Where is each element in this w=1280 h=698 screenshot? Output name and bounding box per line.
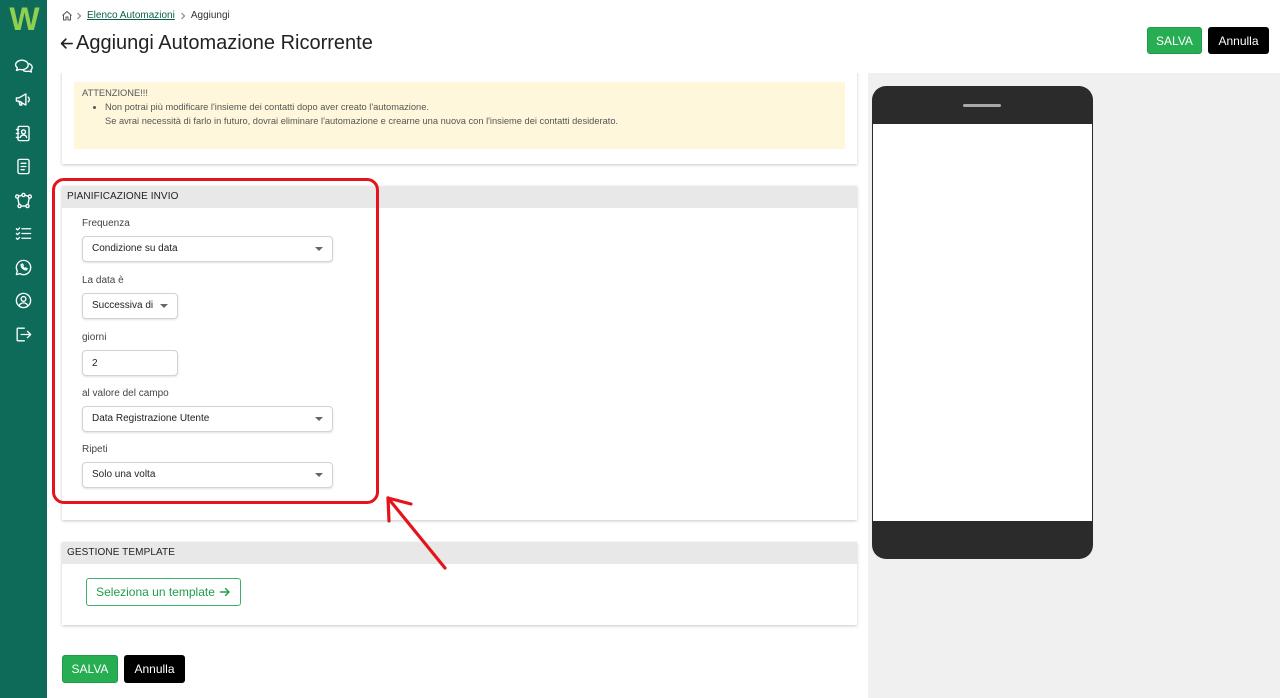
warning-bullet: Non potrai più modificare l'insieme dei … [105,100,837,128]
home-icon[interactable] [61,10,73,22]
date-relation-select[interactable]: Successiva di [82,293,178,319]
cancel-button-bottom[interactable]: Annulla [124,655,185,683]
phone-speaker [963,104,1001,107]
field-value-select-value: Data Registrazione Utente [92,413,210,424]
flow-network-icon [14,192,32,208]
sidebar-item-campaigns[interactable] [12,88,34,110]
page-title-row: Aggiungi Automazione Ricorrente [59,30,373,56]
breadcrumb-link-automations[interactable]: Elenco Automazioni [87,9,175,23]
days-input[interactable] [82,350,178,376]
schedule-card-title: PIANIFICAZIONE INVIO [62,186,857,208]
sidebar-item-profile[interactable] [12,289,34,311]
warning-box: ATTENZIONE!!! Non potrai più modificare … [74,82,845,149]
sidebar: W [0,0,47,698]
user-circle-icon [15,292,31,308]
caret-down-icon [315,247,323,251]
repeat-select-value: Solo una volta [92,469,156,480]
breadcrumb: Elenco Automazioni Aggiungi [61,9,230,23]
sidebar-item-documents[interactable] [12,155,34,177]
frequency-select-value: Condizione su data [92,243,178,254]
megaphone-icon [15,92,30,106]
sidebar-item-logout[interactable] [12,323,34,345]
field-value-select[interactable]: Data Registrazione Utente [82,406,333,432]
app-logo[interactable]: W [6,0,42,38]
sidebar-item-tasks[interactable] [12,222,34,244]
chevron-right-icon [77,12,82,20]
logout-icon [15,326,31,342]
date-relation-label: La data è [82,275,124,286]
save-button-bottom[interactable]: SALVA [62,655,118,683]
contacts-book-icon [15,125,30,141]
whatsapp-icon [15,259,31,275]
arrow-right-icon [219,587,230,597]
frequency-label: Frequenza [82,218,130,229]
select-template-button[interactable]: Seleziona un template [86,578,241,606]
sidebar-item-chat[interactable] [12,55,34,77]
template-card-title: GESTIONE TEMPLATE [62,542,857,564]
checklist-icon [15,226,31,240]
warning-line-2: Se avrai necessità di farlo in futuro, d… [105,116,619,126]
warning-list: Non potrai più modificare l'insieme dei … [82,100,837,128]
repeat-label: Ripeti [82,444,108,455]
sidebar-item-whatsapp[interactable] [12,256,34,278]
caret-down-icon [315,473,323,477]
chevron-right-icon [180,12,186,20]
breadcrumb-current: Aggiungi [190,10,230,21]
chat-icon [14,58,33,73]
page-title: Aggiungi Automazione Ricorrente [76,32,373,54]
caret-down-icon [315,417,323,421]
caret-down-icon [160,304,168,308]
warning-line-1: Non potrai più modificare l'insieme dei … [105,102,429,112]
arrow-left-icon[interactable] [59,36,74,51]
document-icon [16,158,30,174]
select-template-label: Seleziona un template [96,585,215,599]
days-label: giorni [82,332,107,343]
frequency-select[interactable]: Condizione su data [82,236,333,262]
sidebar-item-automations[interactable] [12,189,34,211]
top-bar: Elenco Automazioni Aggiungi Aggiungi Aut… [47,0,1280,73]
cancel-button-top[interactable]: Annulla [1208,27,1269,54]
save-button-top[interactable]: SALVA [1147,27,1202,54]
date-relation-select-value: Successiva di [92,300,154,311]
sidebar-item-contacts[interactable] [12,122,34,144]
phone-screen [873,124,1092,521]
field-value-label: al valore del campo [82,388,169,399]
warning-title: ATTENZIONE!!! [82,88,148,98]
repeat-select[interactable]: Solo una volta [82,462,333,488]
